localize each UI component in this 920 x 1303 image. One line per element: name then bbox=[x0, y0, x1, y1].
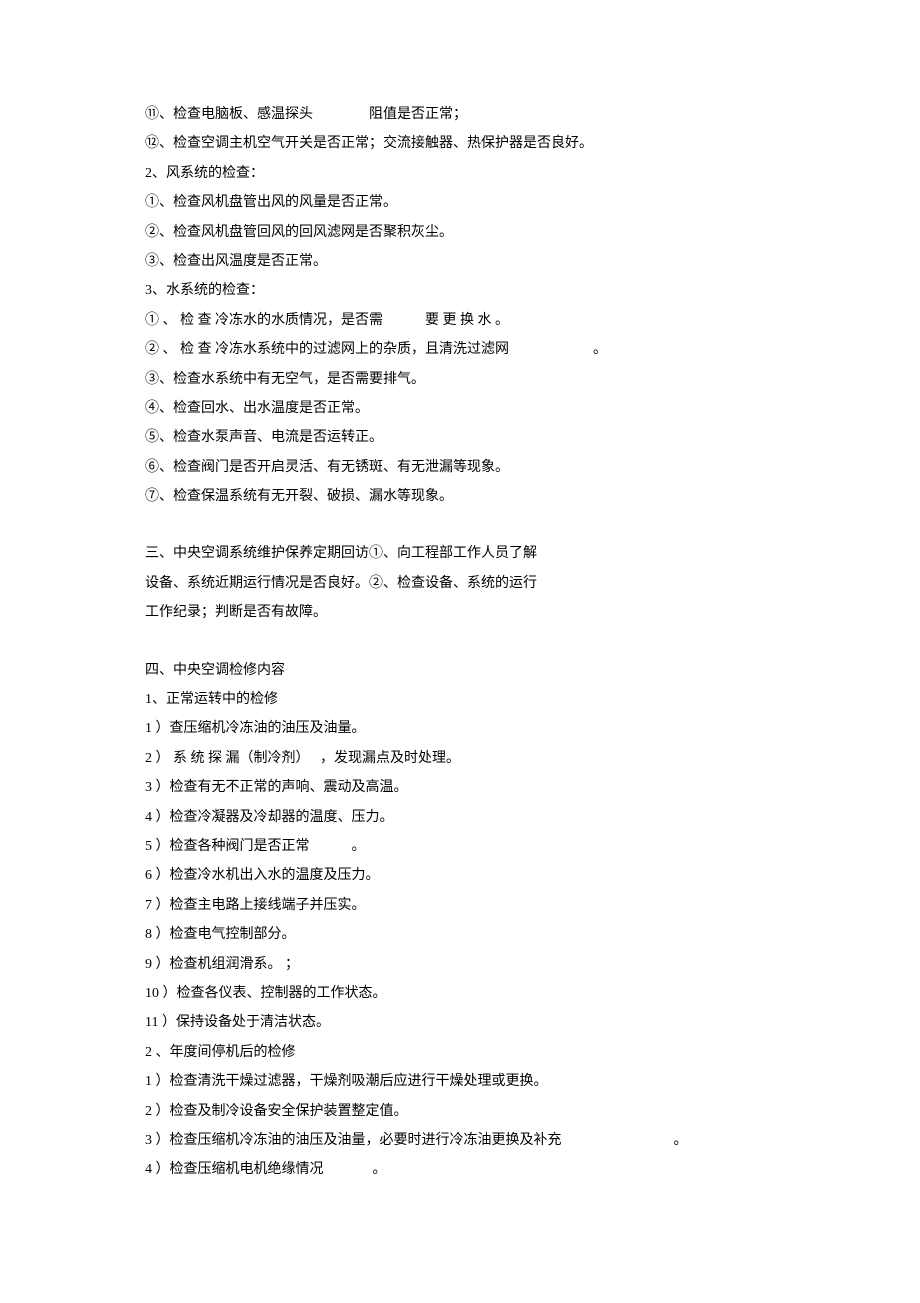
text-line: ④、检查回水、出水温度是否正常。 bbox=[145, 394, 775, 423]
text-line: ③、检查出风温度是否正常。 bbox=[145, 247, 775, 276]
text-line: ⑦、检查保温系统有无开裂、破损、漏水等现象。 bbox=[145, 482, 775, 511]
text-line: ① 、 检 查 冷冻水的水质情况，是否需 要 更 换 水 。 bbox=[145, 306, 775, 335]
text-line: 8 ）检查电气控制部分。 bbox=[145, 920, 775, 949]
text-line: 设备、系统近期运行情况是否良好。②、检查设备、系统的运行 bbox=[145, 569, 775, 598]
text-line: 2 、年度间停机后的检修 bbox=[145, 1038, 775, 1067]
section-4: 四、中央空调检修内容 1、正常运转中的检修 1 ）查压缩机冷冻油的油压及油量。 … bbox=[145, 656, 775, 1185]
text-line: ③、检查水系统中有无空气，是否需要排气。 bbox=[145, 365, 775, 394]
text-line: 三、中央空调系统维护保养定期回访①、向工程部工作人员了解 bbox=[145, 539, 775, 568]
text-line: ①、检查风机盘管出风的风量是否正常。 bbox=[145, 188, 775, 217]
text-line: 四、中央空调检修内容 bbox=[145, 656, 775, 685]
text-line: ⑪、检查电脑板、感温探头 阻值是否正常； bbox=[145, 100, 775, 129]
text-line: ⑫、检查空调主机空气开关是否正常；交流接触器、热保护器是否良好。 bbox=[145, 129, 775, 158]
text-line: 工作纪录；判断是否有故障。 bbox=[145, 598, 775, 627]
text-line: 1 ）检查清洗干燥过滤器，干燥剂吸潮后应进行干燥处理或更换。 bbox=[145, 1067, 775, 1096]
text-line: 4 ）检查压缩机电机绝缘情况 。 bbox=[145, 1155, 775, 1184]
text-line: 1、正常运转中的检修 bbox=[145, 685, 775, 714]
text-line: 7 ）检查主电路上接线端子并压实。 bbox=[145, 891, 775, 920]
text-line: 6 ）检查冷水机出入水的温度及压力。 bbox=[145, 861, 775, 890]
text-line: 2、风系统的检查： bbox=[145, 159, 775, 188]
text-line: ② 、 检 查 冷冻水系统中的过滤网上的杂质，且清洗过滤网 。 bbox=[145, 335, 775, 364]
text-line: 1 ）查压缩机冷冻油的油压及油量。 bbox=[145, 714, 775, 743]
text-line: ⑤、检查水泵声音、电流是否运转正。 bbox=[145, 423, 775, 452]
text-line: 2 ）检查及制冷设备安全保护装置整定值。 bbox=[145, 1097, 775, 1126]
text-line: 9 ）检查机组润滑系。 ； bbox=[145, 950, 775, 979]
text-line: 10 ）检查各仪表、控制器的工作状态。 bbox=[145, 979, 775, 1008]
section-gap bbox=[145, 628, 775, 656]
text-line: 4 ）检查冷凝器及冷却器的温度、压力。 bbox=[145, 803, 775, 832]
section-checks: ⑪、检查电脑板、感温探头 阻值是否正常； ⑫、检查空调主机空气开关是否正常；交流… bbox=[145, 100, 775, 511]
text-line: 5 ）检查各种阀门是否正常 。 bbox=[145, 832, 775, 861]
text-line: 2 ） 系 统 探 漏（制冷剂） ，发现漏点及时处理。 bbox=[145, 744, 775, 773]
text-line: ⑥、检查阀门是否开启灵活、有无锈斑、有无泄漏等现象。 bbox=[145, 453, 775, 482]
section-3: 三、中央空调系统维护保养定期回访①、向工程部工作人员了解 设备、系统近期运行情况… bbox=[145, 539, 775, 627]
text-line: 3、水系统的检查： bbox=[145, 276, 775, 305]
text-line: 11 ）保持设备处于清洁状态。 bbox=[145, 1008, 775, 1037]
text-line: 3 ）检查有无不正常的声响、震动及高温。 bbox=[145, 773, 775, 802]
section-gap bbox=[145, 511, 775, 539]
text-line: ②、检查风机盘管回风的回风滤网是否聚积灰尘。 bbox=[145, 218, 775, 247]
text-line: 3 ）检查压缩机冷冻油的油压及油量，必要时进行冷冻油更换及补充 。 bbox=[145, 1126, 775, 1155]
document-body: ⑪、检查电脑板、感温探头 阻值是否正常； ⑫、检查空调主机空气开关是否正常；交流… bbox=[145, 100, 775, 1185]
